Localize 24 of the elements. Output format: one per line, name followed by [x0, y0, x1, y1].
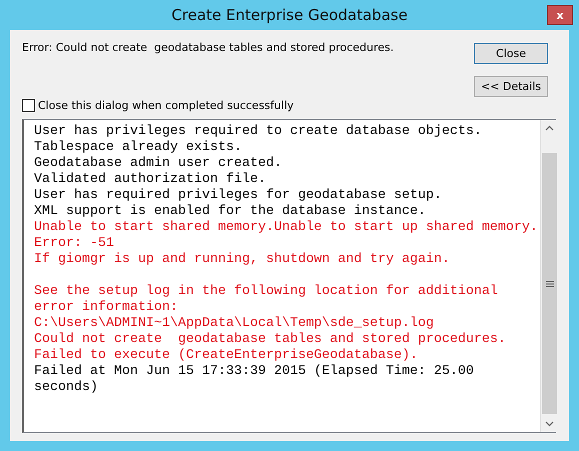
log-line: Tablespace already exists. [34, 140, 243, 156]
error-log-line: Unable to start shared memory.Unable to start up shared memory. [34, 220, 539, 236]
log-line: Failed at Mon Jun 15 17:33:39 2015 (Elapsed Time: 25.00 seconds) [34, 364, 475, 396]
log-line: Validated authorization file. [34, 172, 267, 188]
scrollbar[interactable] [540, 120, 558, 432]
log-line: User has required privileges for geodatabase setup. [34, 188, 443, 204]
checkbox-label: Close this dialog when completed successfully [38, 99, 294, 112]
error-message: Error: Could not create geodatabase tables and stored procedures. [22, 41, 394, 54]
error-log-line: If giomgr is up and running, shutdown and try again. [34, 252, 451, 268]
checkbox[interactable] [22, 99, 35, 112]
close-dialog-button[interactable]: Close [474, 43, 548, 64]
log-line: User has privileges required to create database objects. [34, 124, 483, 140]
error-log-line: C:\Users\ADMINI~1\AppData\Local\Temp\sde_setup.log [34, 316, 435, 332]
details-button[interactable]: << Details [474, 76, 548, 97]
log-line: XML support is enabled for the database instance. [34, 204, 427, 220]
error-log-line: Error: -51 [34, 236, 115, 252]
error-log-line: Failed to execute (CreateEnterpriseGeodatabase). [34, 348, 419, 364]
error-log-line: See the setup log in the following location for additional error information: [34, 284, 499, 316]
error-log-line: Could not create geodatabase tables and stored procedures. [34, 332, 507, 348]
window-close-button[interactable]: x [547, 5, 573, 25]
grip-icon [546, 280, 554, 286]
log-line: Geodatabase admin user created. [34, 156, 283, 172]
window-title: Create Enterprise Geodatabase [171, 6, 408, 24]
scroll-thumb[interactable] [542, 153, 557, 414]
